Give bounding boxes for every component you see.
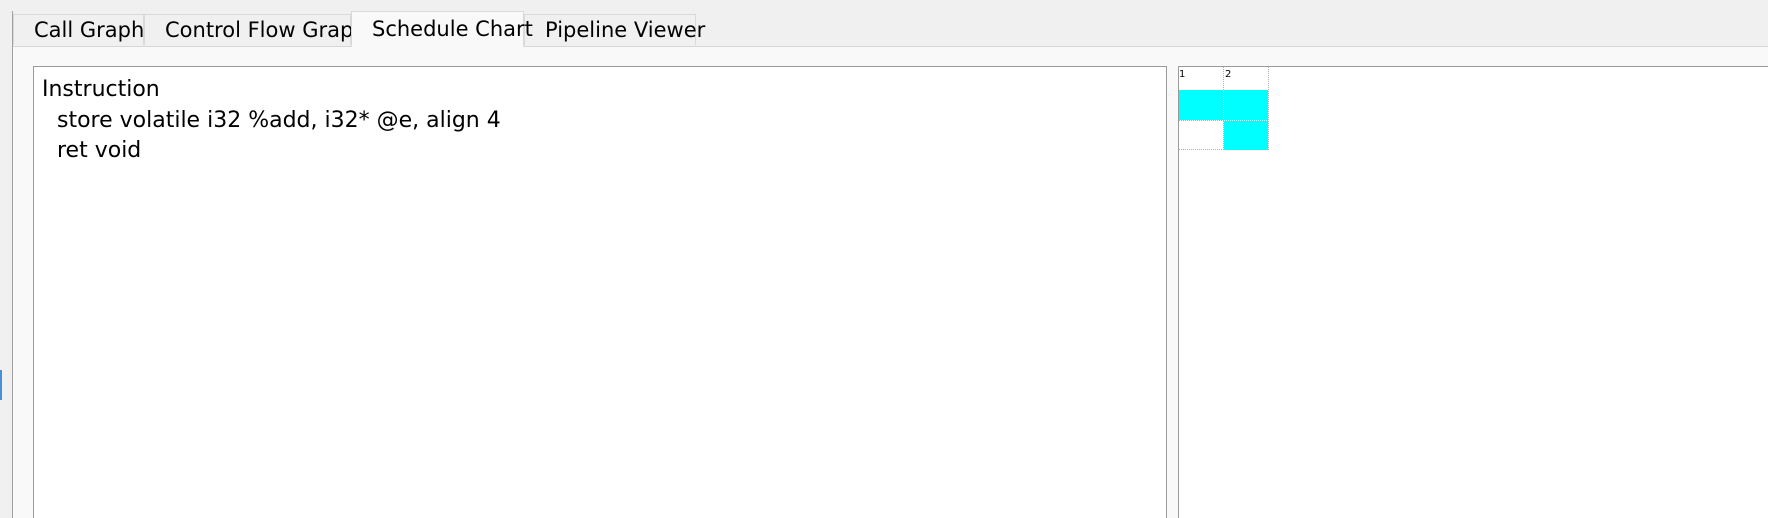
tab-label: Pipeline Viewer (545, 18, 706, 42)
tab-call-graph[interactable]: Call Graph (13, 14, 144, 45)
schedule-cell-row1-cycle2[interactable] (1224, 90, 1268, 120)
cycle-label-1: 1 (1179, 69, 1186, 80)
grid-line (1268, 67, 1269, 150)
tab-schedule-chart[interactable]: Schedule Chart (351, 11, 533, 47)
schedule-cell-row1-cycle1[interactable] (1179, 90, 1223, 120)
tab-control-flow-graph[interactable]: Control Flow Graph (144, 14, 367, 45)
top-strip (0, 0, 1768, 11)
instruction-row[interactable]: store volatile i32 %add, i32* @e, align … (57, 108, 501, 133)
cycle-label-2: 2 (1225, 69, 1232, 80)
tab-label: Control Flow Graph (165, 18, 367, 42)
instruction-list-panel: Instruction store volatile i32 %add, i32… (33, 66, 1167, 518)
instruction-row[interactable]: ret void (57, 138, 141, 163)
tab-label: Call Graph (34, 18, 145, 42)
left-splitter-handle[interactable] (0, 370, 2, 400)
tab-pipeline-viewer[interactable]: Pipeline Viewer (524, 14, 705, 45)
schedule-chart-panel: 1 2 (1178, 66, 1768, 518)
tab-bar: Call Graph Control Flow Graph Schedule C… (13, 11, 1768, 47)
schedule-chart-window: Call Graph Control Flow Graph Schedule C… (0, 0, 1768, 518)
schedule-cell-row2-cycle2[interactable] (1224, 121, 1268, 150)
tab-label: Schedule Chart (372, 17, 533, 41)
instruction-column-header: Instruction (42, 77, 160, 102)
